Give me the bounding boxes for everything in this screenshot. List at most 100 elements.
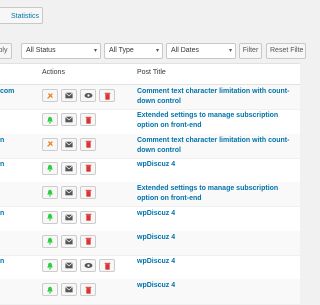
dates-select-value: All Dates: [171, 47, 200, 54]
bell-icon: [46, 116, 54, 124]
email-button[interactable]: [61, 113, 77, 127]
email-button[interactable]: [61, 259, 77, 273]
approve-orange-button[interactable]: [42, 89, 58, 102]
eye-icon: [84, 262, 93, 269]
view-button[interactable]: [80, 89, 96, 102]
author-link[interactable]: com: [0, 88, 14, 95]
post-title-link[interactable]: wpDiscuz 4: [137, 209, 297, 219]
trash-icon: [85, 213, 92, 221]
author-link[interactable]: n: [0, 210, 4, 217]
delete-button[interactable]: [80, 234, 96, 248]
row-actions: [42, 113, 96, 127]
delete-button[interactable]: [80, 137, 96, 151]
email-button[interactable]: [61, 186, 77, 200]
delete-button[interactable]: [99, 259, 115, 273]
email-icon: [65, 165, 73, 172]
approve-green-button[interactable]: [42, 210, 58, 224]
table-header: Actions Post Title: [0, 64, 300, 85]
approve-icon: [46, 140, 54, 148]
approve-green-button[interactable]: [42, 186, 58, 200]
type-select[interactable]: All Type ▾: [104, 43, 163, 59]
bell-icon: [46, 286, 54, 294]
email-icon: [65, 189, 73, 196]
bell-icon: [46, 262, 54, 270]
bell-icon: [46, 213, 54, 221]
post-title-link[interactable]: wpDiscuz 4: [137, 281, 297, 291]
table-row: com Comment text character limitation wit…: [0, 85, 300, 111]
post-title-link[interactable]: wpDiscuz 4: [137, 233, 297, 243]
chevron-down-icon: ▾: [228, 48, 232, 54]
view-button[interactable]: [80, 259, 96, 273]
table-row: n Comment text character limitation with …: [0, 133, 300, 159]
bell-icon: [46, 237, 54, 245]
bell-icon: [46, 164, 54, 172]
approve-green-button[interactable]: [42, 113, 58, 127]
email-button[interactable]: [61, 137, 77, 151]
approve-orange-button[interactable]: [42, 137, 58, 151]
email-button[interactable]: [61, 283, 77, 297]
delete-button[interactable]: [80, 113, 96, 127]
post-title-link[interactable]: Extended settings to manage subscription…: [137, 184, 297, 204]
email-icon: [65, 141, 73, 148]
approve-icon: [46, 92, 54, 100]
email-icon: [65, 92, 73, 99]
post-title-link[interactable]: Comment text character limitation with c…: [137, 136, 297, 156]
approve-green-button[interactable]: [42, 259, 58, 273]
trash-icon: [85, 164, 92, 173]
status-select[interactable]: All Status ▾: [21, 43, 101, 59]
type-select-value: All Type: [109, 47, 134, 54]
delete-button[interactable]: [80, 283, 96, 297]
trash-icon: [104, 262, 111, 270]
chevron-down-icon: ▾: [93, 48, 97, 54]
post-title-link[interactable]: wpDiscuz 4: [137, 257, 297, 267]
bell-icon: [46, 189, 54, 197]
reset-filters-button[interactable]: Reset Filte: [266, 43, 306, 59]
statistics-button[interactable]: Statistics: [0, 7, 43, 24]
dates-select[interactable]: All Dates ▾: [166, 43, 236, 59]
status-select-value: All Status: [26, 47, 56, 54]
row-actions: [42, 210, 96, 224]
author-link[interactable]: n: [0, 258, 4, 265]
filters-bar: ply All Status ▾ All Type ▾ All Dates ▾ …: [0, 42, 306, 60]
post-title-link[interactable]: Comment text character limitation with c…: [137, 87, 297, 107]
post-title-link[interactable]: Extended settings to manage subscription…: [137, 111, 297, 131]
delete-button[interactable]: [80, 161, 96, 175]
approve-green-button[interactable]: [42, 234, 58, 248]
table-row: n wpDiscuz 4: [0, 158, 300, 184]
author-link[interactable]: n: [0, 137, 4, 144]
header-actions: Actions: [42, 69, 65, 76]
email-button[interactable]: [61, 210, 77, 224]
table-row: Extended settings to manage subscription…: [0, 182, 300, 208]
row-actions: [42, 234, 96, 248]
table-row: n wpDiscuz 4: [0, 207, 300, 232]
trash-icon: [85, 140, 92, 148]
table-row: wpDiscuz 4: [0, 230, 300, 257]
eye-icon: [84, 92, 93, 99]
trash-icon: [85, 286, 92, 294]
trash-icon: [85, 189, 92, 197]
email-button[interactable]: [61, 234, 77, 248]
approve-green-button[interactable]: [42, 283, 58, 297]
table-row: wpDiscuz 4: [0, 279, 300, 305]
filter-button[interactable]: Filter: [239, 43, 262, 59]
delete-button[interactable]: [80, 210, 96, 224]
table-row: Extended settings to manage subscription…: [0, 109, 300, 135]
row-actions: [42, 89, 115, 102]
approve-green-button[interactable]: [42, 161, 58, 175]
delete-button[interactable]: [99, 89, 115, 102]
email-icon: [65, 262, 73, 269]
top-toolbar: Statistics: [0, 0, 300, 32]
apply-button[interactable]: ply: [0, 43, 12, 59]
email-icon: [65, 286, 73, 293]
author-link[interactable]: n: [0, 161, 4, 168]
email-button[interactable]: [61, 161, 77, 175]
delete-button[interactable]: [80, 186, 96, 200]
trash-icon: [104, 92, 111, 100]
row-actions: [42, 161, 96, 175]
post-title-link[interactable]: wpDiscuz 4: [137, 160, 297, 170]
table-row: n wpDiscuz 4: [0, 255, 300, 281]
row-actions: [42, 259, 115, 273]
email-icon: [65, 116, 73, 123]
row-actions: [42, 283, 96, 297]
email-button[interactable]: [61, 89, 77, 102]
